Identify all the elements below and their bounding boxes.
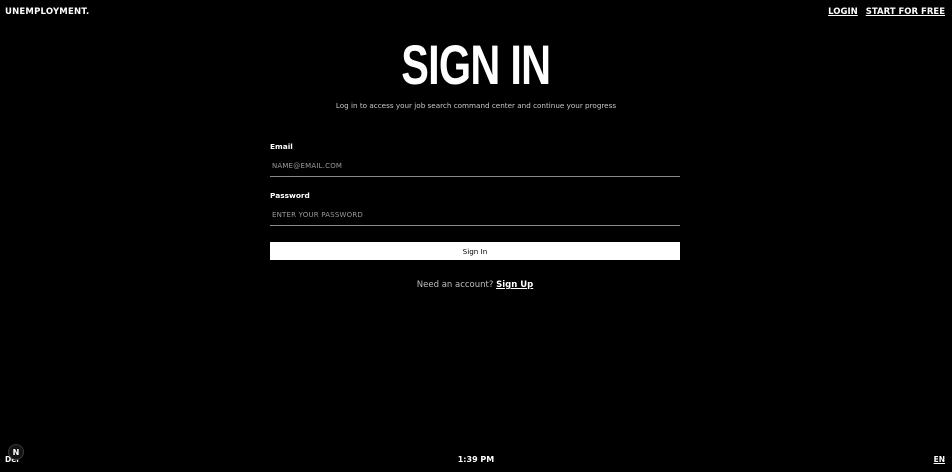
page-title: SIGN IN	[0, 36, 952, 94]
page-subtitle: Log in to access your job search command…	[335, 101, 617, 110]
email-label: Email	[270, 142, 293, 151]
start-for-free-link[interactable]: START FOR FREE	[866, 7, 945, 17]
password-field[interactable]	[270, 204, 680, 226]
login-link[interactable]: LOGIN	[828, 7, 858, 17]
sign-in-form: Email Password Sign In Need an account? …	[270, 142, 680, 290]
password-label: Password	[270, 191, 310, 200]
signup-prompt-line: Need an account? Sign Up	[270, 280, 680, 290]
brand-logo[interactable]: UNEMPLOYMENT.	[5, 7, 89, 17]
sign-up-link[interactable]: Sign Up	[496, 280, 533, 290]
sign-in-button[interactable]: Sign In	[270, 242, 680, 260]
email-field[interactable]	[270, 155, 680, 177]
page-title-text: SIGN IN	[401, 33, 551, 96]
sign-in-page: UNEMPLOYMENT. LOGIN START FOR FREE SIGN …	[0, 0, 952, 472]
footer-time: 1:39 PM	[457, 455, 495, 464]
language-switcher[interactable]: EN	[934, 455, 945, 464]
signup-prompt-text: Need an account?	[416, 280, 494, 290]
top-nav: LOGIN START FOR FREE	[828, 7, 945, 17]
field-spacer	[270, 177, 680, 191]
